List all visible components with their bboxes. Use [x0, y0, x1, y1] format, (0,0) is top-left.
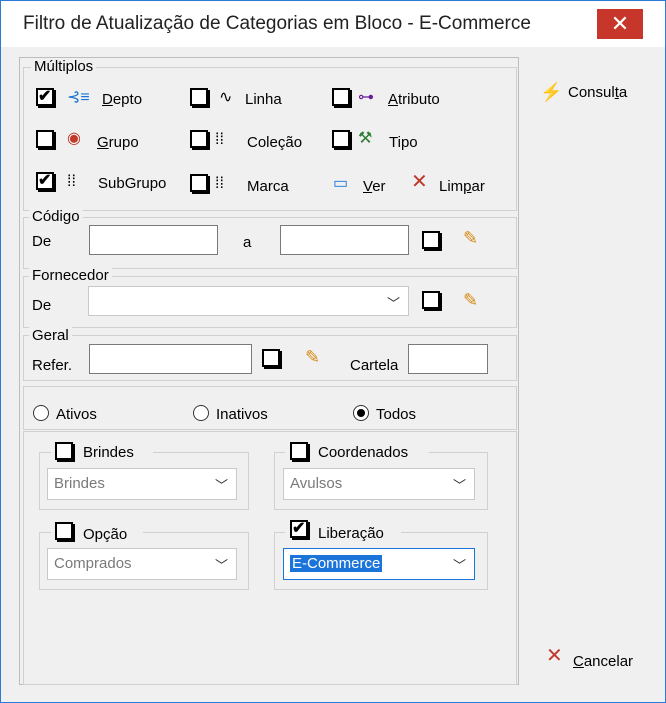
brindes-checkbox[interactable] [55, 442, 73, 460]
hierarchy-icon: ⁞⁞ [67, 173, 76, 190]
hierarchy-icon: ⁞⁞ [215, 131, 224, 148]
consulta-button[interactable]: Consulta [568, 84, 627, 101]
refer-checkbox[interactable] [262, 349, 280, 367]
liberacao-checkbox[interactable] [290, 518, 308, 538]
depto-label[interactable]: Depto [102, 91, 142, 108]
codigo-title: Código [29, 208, 83, 225]
target-icon: ◉ [67, 130, 81, 147]
chevron-down-icon: ﹀ [452, 558, 466, 573]
filter-dialog: Filtro de Atualização de Categorias em B… [0, 0, 666, 703]
opcao-value: Comprados [54, 555, 132, 572]
close-button[interactable]: ✕ [597, 9, 643, 39]
todos-radio[interactable] [353, 405, 369, 421]
multiplos-title: Múltiplos [31, 58, 97, 75]
ativos-label[interactable]: Ativos [56, 406, 97, 423]
marca-label[interactable]: Marca [247, 178, 289, 195]
cancelar-button[interactable]: Cancelar [573, 653, 633, 670]
inativos-label[interactable]: Inativos [216, 406, 268, 423]
codigo-checkbox[interactable] [422, 231, 440, 249]
codigo-a-label: a [243, 234, 252, 251]
colecao-checkbox[interactable] [190, 130, 208, 148]
coordenados-value: Avulsos [290, 475, 343, 492]
fornecedor-title: Fornecedor [29, 267, 112, 284]
chevron-down-icon: ﹀ [214, 558, 228, 573]
fornecedor-checkbox[interactable] [422, 291, 440, 309]
edit-icon[interactable]: ✎ [463, 229, 478, 247]
close-x-icon: ✕ [411, 171, 428, 193]
codigo-to-input[interactable] [280, 225, 409, 255]
tools-icon: ⚒ [358, 130, 373, 147]
geral-title: Geral [29, 327, 72, 344]
chevron-down-icon: ﹀ [386, 296, 400, 311]
fornecedor-de-label: De [32, 297, 52, 314]
cartela-label: Cartela [350, 357, 399, 374]
coordenados-title: Coordenados [318, 444, 409, 461]
opcao-checkbox[interactable] [55, 522, 73, 540]
fornecedor-select[interactable]: ﹀ [88, 286, 409, 316]
codigo-de-label: De [32, 233, 52, 250]
chevron-down-icon: ﹀ [452, 478, 466, 493]
line-icon: ∿ [219, 89, 233, 106]
limpar-button[interactable]: Limpar [439, 178, 485, 195]
cancel-x-icon: ✕ [546, 645, 563, 667]
ativos-radio[interactable] [33, 405, 49, 421]
attribute-icon: ⊶ [358, 89, 374, 106]
codigo-from-input[interactable] [89, 225, 218, 255]
chevron-down-icon: ﹀ [214, 478, 228, 493]
coordenados-checkbox[interactable] [290, 442, 308, 460]
linha-checkbox[interactable] [190, 88, 208, 106]
window-title: Filtro de Atualização de Categorias em B… [23, 13, 531, 34]
brindes-select[interactable]: Brindes ﹀ [47, 468, 237, 500]
window-icon: ▭ [333, 175, 349, 192]
linha-label[interactable]: Linha [245, 91, 282, 108]
lightning-icon: ⚡ [540, 82, 563, 102]
tipo-checkbox[interactable] [332, 130, 350, 148]
grupo-label[interactable]: Grupo [97, 134, 139, 151]
todos-label[interactable]: Todos [376, 406, 416, 423]
coordenados-select[interactable]: Avulsos ﹀ [283, 468, 475, 500]
cartela-input[interactable] [408, 344, 488, 374]
opcao-title: Opção [83, 526, 128, 543]
subgrupo-checkbox[interactable] [36, 170, 54, 190]
tipo-label[interactable]: Tipo [389, 134, 418, 151]
ver-button[interactable]: Ver [363, 178, 386, 195]
edit-icon[interactable]: ✎ [305, 348, 320, 366]
depto-checkbox[interactable] [36, 86, 54, 106]
brindes-value: Brindes [54, 475, 105, 492]
status-group [23, 386, 517, 430]
atributo-checkbox[interactable] [332, 88, 350, 106]
refer-label: Refer. [32, 357, 73, 374]
marca-checkbox[interactable] [190, 174, 208, 192]
opcao-select[interactable]: Comprados ﹀ [47, 548, 237, 580]
refer-input[interactable] [89, 344, 252, 374]
liberacao-select[interactable]: E-Commerce ﹀ [283, 548, 475, 580]
liberacao-value: E-Commerce [290, 555, 383, 572]
title-bar: Filtro de Atualização de Categorias em B… [1, 1, 665, 47]
liberacao-title: Liberação [318, 525, 384, 542]
inativos-radio[interactable] [193, 405, 209, 421]
subgrupo-label[interactable]: SubGrupo [98, 175, 166, 192]
hierarchy-icon: ⁞⁞ [215, 175, 224, 192]
tree-icon: ⊰≡ [67, 89, 90, 106]
grupo-checkbox[interactable] [36, 130, 54, 148]
brindes-title: Brindes [83, 444, 134, 461]
atributo-label[interactable]: Atributo [388, 91, 440, 108]
colecao-label[interactable]: Coleção [247, 134, 302, 151]
edit-icon[interactable]: ✎ [463, 291, 478, 309]
